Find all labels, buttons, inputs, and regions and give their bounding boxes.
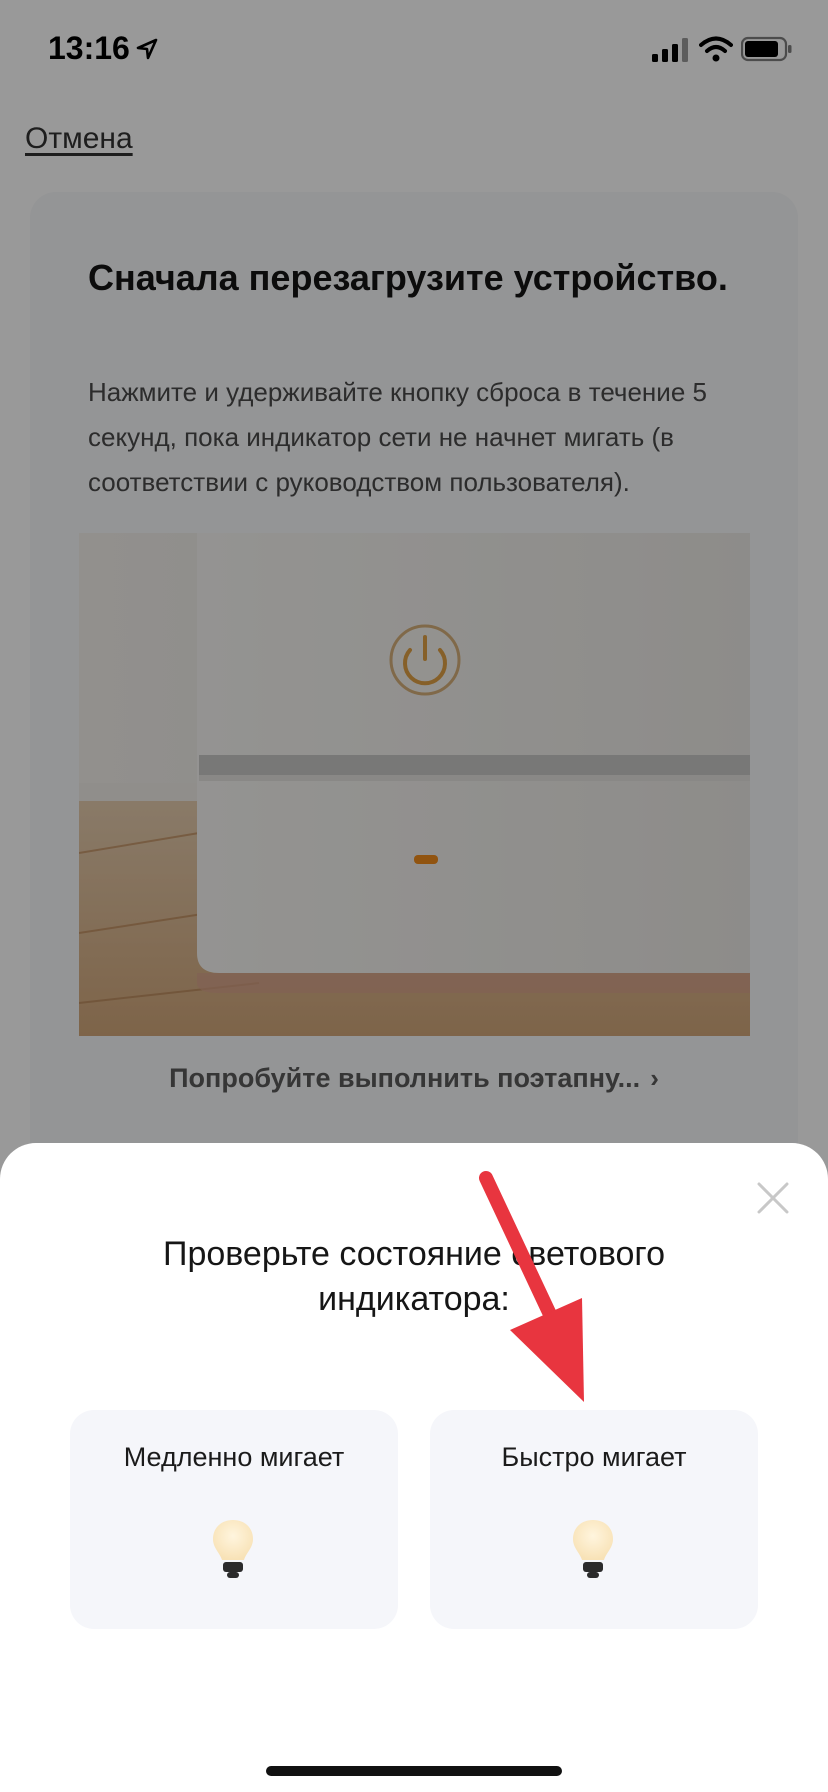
home-indicator xyxy=(266,1766,562,1776)
bulb-icon xyxy=(213,1520,253,1578)
fast-blink-label: Быстро мигает xyxy=(501,1442,687,1472)
sheet-title: Проверьте состояние светового индикатора… xyxy=(163,1235,665,1318)
slow-blink-label: Медленно мигает xyxy=(123,1442,345,1472)
bulb-icon xyxy=(573,1520,613,1578)
close-icon[interactable] xyxy=(755,1180,791,1216)
